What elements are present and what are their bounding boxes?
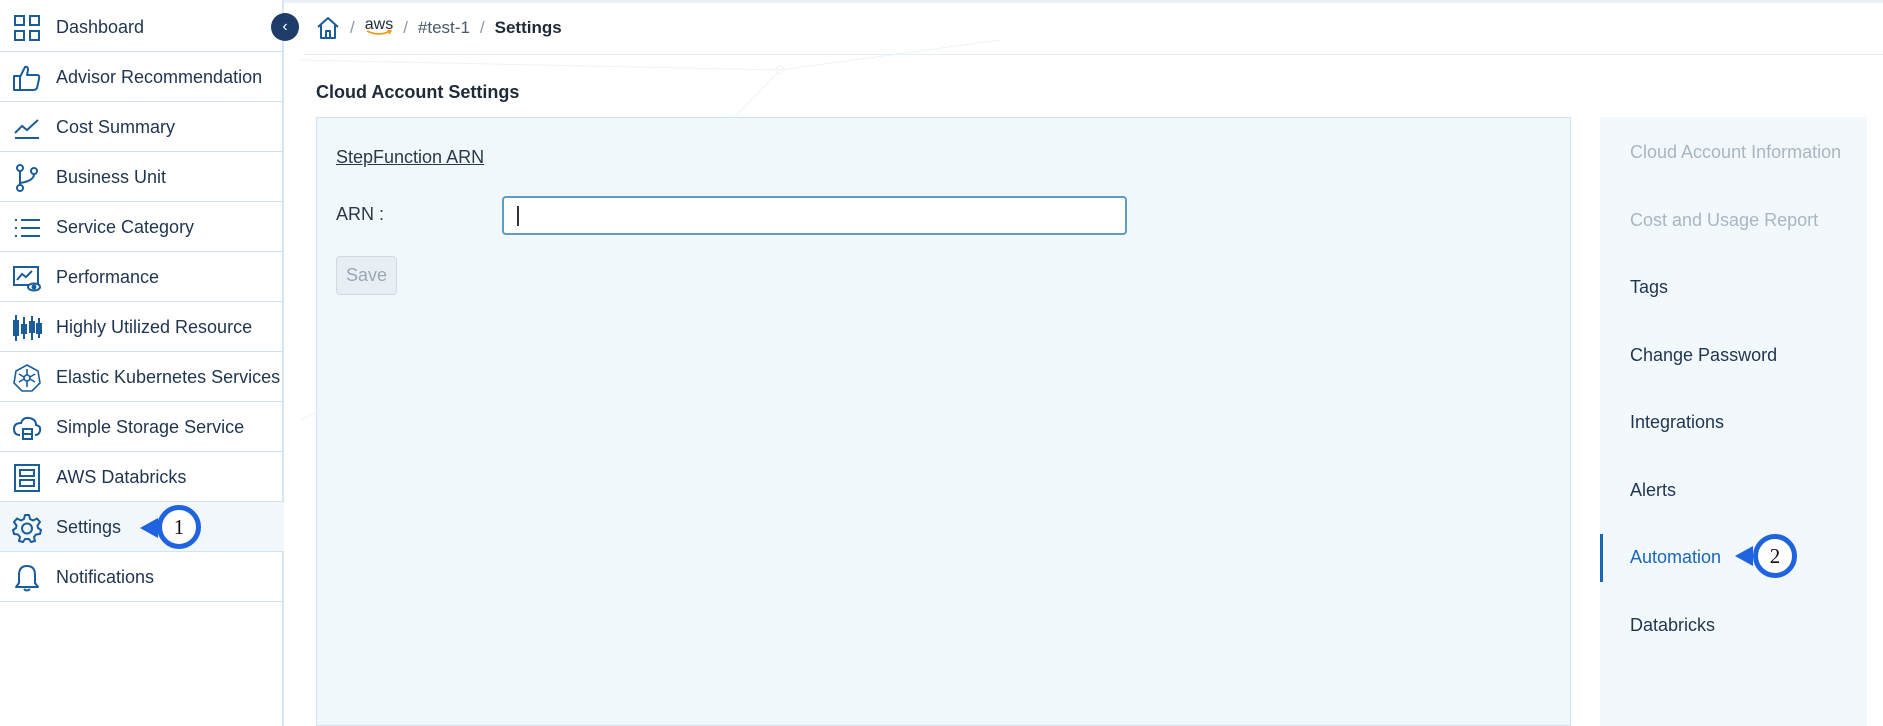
callout-marker: 2 (1753, 534, 1797, 578)
sidebar-item-service-category[interactable]: Service Category (0, 202, 284, 252)
aws-smile-icon (366, 30, 392, 35)
sidebar-item-label: Settings (56, 517, 122, 537)
sidebar-item-label: Elastic Kubernetes Services (56, 367, 281, 387)
breadcrumb-separator: / (403, 18, 408, 37)
thumbs-up-icon (12, 63, 42, 93)
sidebar-item-label: Simple Storage Service (56, 417, 245, 437)
stepfunction-arn-heading[interactable]: StepFunction ARN (336, 147, 484, 168)
arn-input[interactable] (502, 196, 1127, 235)
sidebar-item-label: Cost Summary (56, 117, 176, 137)
stepfunction-settings-panel: StepFunction ARN ARN : Save (316, 117, 1571, 726)
sidebar-item-dashboard[interactable]: Dashboard (0, 2, 284, 52)
nav-tags[interactable]: Tags (1630, 277, 1668, 298)
gear-icon (12, 513, 42, 543)
callout-marker: 1 (157, 505, 201, 549)
breadcrumb-separator: / (479, 18, 485, 37)
callout-pointer (1735, 546, 1753, 566)
grid-icon (12, 13, 42, 43)
sidebar-item-advisor-recommendation[interactable]: Advisor Recommendation (0, 52, 284, 102)
sidebar-item-label: Performance (56, 267, 160, 287)
kubernetes-icon (12, 363, 42, 393)
save-button[interactable]: Save (336, 256, 397, 295)
sidebar-item-label: Dashboard (56, 17, 145, 37)
nav-cost-and-usage-report[interactable]: Cost and Usage Report (1630, 210, 1818, 231)
breadcrumb: / aws / #test-1 / Settings (316, 14, 562, 42)
nav-integrations[interactable]: Integrations (1630, 412, 1724, 433)
nav-automation[interactable]: Automation (1630, 547, 1721, 568)
sidebar-item-simple-storage-service[interactable]: Simple Storage Service (0, 402, 284, 452)
monitor-eye-icon (12, 263, 42, 293)
settings-side-nav: Cloud Account Information Cost and Usage… (1600, 117, 1867, 726)
databricks-icon (12, 463, 42, 493)
branch-icon (12, 163, 42, 193)
nav-databricks[interactable]: Databricks (1630, 615, 1715, 636)
sidebar-item-label: Notifications (56, 567, 155, 587)
cloud-storage-icon (12, 413, 42, 443)
sidebar-item-aws-databricks[interactable]: AWS Databricks (0, 452, 284, 502)
nav-alerts[interactable]: Alerts (1630, 480, 1676, 501)
nav-cloud-account-information[interactable]: Cloud Account Information (1630, 142, 1841, 163)
text-cursor (517, 206, 519, 226)
chevron-left-icon: ‹ (282, 18, 288, 35)
callout-pointer (140, 518, 158, 538)
sidebar-item-cost-summary[interactable]: Cost Summary (0, 102, 284, 152)
breadcrumb-account[interactable]: #test-1 (418, 18, 470, 38)
active-indicator (1600, 534, 1603, 582)
candlestick-icon (12, 313, 42, 343)
bell-icon (12, 563, 42, 593)
sidebar-item-business-unit[interactable]: Business Unit (0, 152, 284, 202)
sidebar-collapse-button[interactable]: ‹ (271, 13, 299, 41)
list-icon (12, 213, 42, 243)
sidebar-item-highly-utilized-resource[interactable]: Highly Utilized Resource (0, 302, 284, 352)
page-title: Cloud Account Settings (316, 82, 520, 102)
home-icon[interactable] (316, 16, 340, 40)
breadcrumb-current: Settings (494, 18, 562, 37)
sidebar-item-notifications[interactable]: Notifications (0, 552, 284, 602)
nav-change-password[interactable]: Change Password (1630, 345, 1777, 366)
breadcrumb-provider[interactable]: aws (365, 16, 393, 35)
sidebar-item-elastic-kubernetes-services[interactable]: Elastic Kubernetes Services (0, 352, 284, 402)
sidebar: Dashboard Advisor Recommendation Cost Su… (0, 0, 284, 726)
breadcrumb-separator: / (350, 18, 355, 37)
sidebar-item-label: Advisor Recommendation (56, 67, 263, 87)
header-divider (304, 54, 1883, 55)
line-chart-icon (12, 113, 42, 143)
sidebar-item-label: Service Category (56, 217, 195, 237)
sidebar-item-performance[interactable]: Performance (0, 252, 284, 302)
sidebar-item-label: Business Unit (56, 167, 167, 187)
sidebar-item-label: AWS Databricks (56, 467, 187, 487)
sidebar-item-label: Highly Utilized Resource (56, 317, 253, 337)
arn-label: ARN : (336, 204, 385, 224)
